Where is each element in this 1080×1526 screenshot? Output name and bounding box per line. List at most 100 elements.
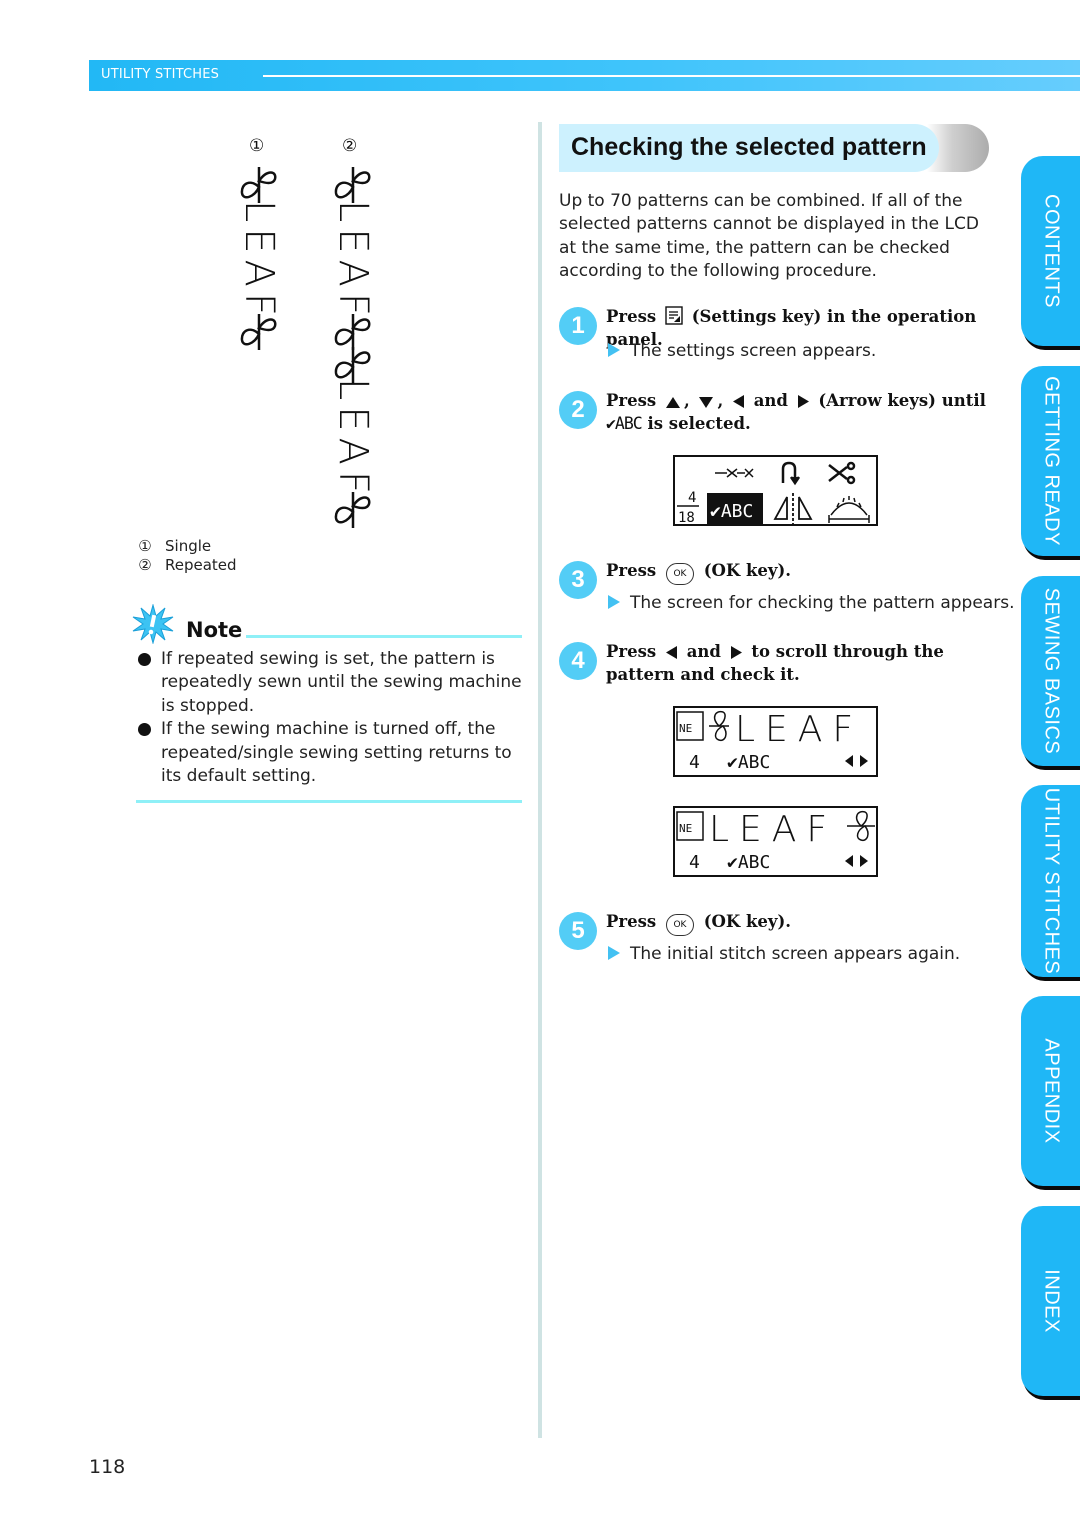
legend-label: Repeated [165,556,237,574]
leaf-icon [334,492,371,528]
side-tab-utility-stitches[interactable]: UTILITY STITCHES [1021,785,1080,977]
step-instruction: Press OK (OK key). [606,910,1001,936]
lcd-mode: ✔ABC [727,852,770,873]
lcd-check-graphic: NE LEAF 4 ✔ABC [676,709,868,773]
sample-number-2: ② [342,136,358,156]
step-result: The screen for checking the pattern appe… [608,593,1014,613]
lcd-settings-graphic: 4 18 ✔ABC [677,461,870,526]
sample-number-1: ① [249,136,265,156]
step-instruction-text: is selected. [647,414,751,433]
selected-mode: ✔ABC [710,501,753,522]
and-label: and [686,642,721,661]
settings-key-icon [665,306,683,325]
lcd-mode: ✔ABC [727,752,770,773]
scroll-right-icon [860,855,868,867]
side-tab-label: GETTING READY [1040,376,1062,546]
note-box: Note If repeated sewing is set, the patt… [132,604,522,804]
step-instruction-text: (OK key). [703,912,792,931]
pattern-box-label: NE [679,822,692,835]
ok-key-icon: OK [665,563,694,585]
side-tab-getting-ready[interactable]: GETTING READY [1021,366,1080,556]
and-label: and [753,391,788,410]
step-instruction-text: (Arrow keys) until [818,391,986,410]
step-instruction-text: to scroll through the pattern and check … [606,642,944,684]
arrow-right-icon [730,646,742,659]
step-number: 3 [559,561,597,599]
note-burst-icon [132,604,174,644]
lcd-pattern-text: LEAF [709,809,837,850]
step-instruction: Press , , and (Arrow keys) until ✔ABC is… [606,389,1001,435]
side-tab-index[interactable]: INDEX [1021,1206,1080,1396]
section-title-banner: Checking the selected pattern [559,124,989,172]
side-tab-label: APPENDIX [1040,1038,1062,1144]
step-number: 4 [559,642,597,680]
header-rule [263,75,1080,77]
scroll-right-icon [860,755,868,767]
step-number: 5 [559,912,597,950]
arrow-down-icon [699,397,714,408]
arrow-left-icon [665,646,677,659]
side-tab-contents[interactable]: CONTENTS [1021,156,1080,346]
step-result: The initial stitch screen appears again. [608,944,960,964]
stitch-icon [715,468,754,478]
reverse-needle-icon [781,461,801,486]
note-bottom-rule [136,800,522,804]
page-number: 118 [89,1456,126,1478]
mirror-icon [773,493,813,524]
press-label: Press [606,307,657,326]
side-tab-label: UTILITY STITCHES [1040,787,1062,975]
sample-1-text: LEAF [236,200,282,322]
result-text: The settings screen appears. [630,341,877,361]
legend-item: ① Single [137,537,237,556]
leaf-icon [240,314,277,350]
side-tab-label: INDEX [1040,1269,1062,1333]
scroll-left-icon [845,855,853,867]
press-label: Press [606,391,657,410]
section-title: Checking the selected pattern [571,133,927,161]
scissors-icon [828,461,856,485]
note-item: If the sewing machine is turned off, the… [136,718,522,788]
legend-item: ② Repeated [137,556,237,575]
lcd-settings-screen: 4 18 ✔ABC [673,455,878,526]
lcd-pattern-text: LEAF [735,709,863,750]
note-rule [246,635,522,638]
step-number: 2 [559,391,597,429]
lcd-count: 4 [689,852,700,873]
legend-number: ② [138,556,152,574]
result-arrow-icon [608,343,620,357]
side-tab-sewing-basics[interactable]: SEWING BASICS [1021,576,1080,766]
result-arrow-icon [608,595,620,609]
note-item: If repeated sewing is set, the pattern i… [136,648,522,718]
legend-label: Single [165,537,212,555]
press-label: Press [606,912,657,931]
arrow-right-icon [797,395,809,408]
lcd-count: 4 [689,752,700,773]
result-text: The screen for checking the pattern appe… [630,593,1015,613]
arrow-left-icon [732,395,744,408]
separator: , [683,391,690,410]
lcd-check-screen-2: NE LEAF 4 ✔ABC [673,806,878,877]
note-title: Note [186,618,243,642]
repeat-abc-glyph: ✔ABC [606,414,643,433]
sample-2-text-a: LEAF [330,200,376,322]
result-text: The initial stitch screen appears again. [630,944,961,964]
step-number: 1 [559,307,597,345]
leaf-icon [334,167,371,203]
step-instruction-text: (OK key). [703,561,792,580]
press-label: Press [606,561,657,580]
note-list: If repeated sewing is set, the pattern i… [136,648,522,788]
arrow-up-icon [665,397,680,408]
step-result: The settings screen appears. [608,341,876,361]
result-arrow-icon [608,946,620,960]
section-header-bar: UTILITY STITCHES [89,60,1080,91]
sample-2-text-b: LEAF [330,378,376,500]
leaf-icon [709,710,729,742]
lcd-check-graphic: NE LEAF 4 ✔ABC [676,809,875,873]
side-tab-appendix[interactable]: APPENDIX [1021,996,1080,1186]
section-header-title: UTILITY STITCHES [101,67,220,82]
side-tab-label: CONTENTS [1040,194,1062,308]
separator: , [717,391,724,410]
legend-number: ① [138,537,152,555]
lcd-check-screen-1: NE LEAF 4 ✔ABC [673,706,878,777]
leaf-icon [240,167,277,203]
